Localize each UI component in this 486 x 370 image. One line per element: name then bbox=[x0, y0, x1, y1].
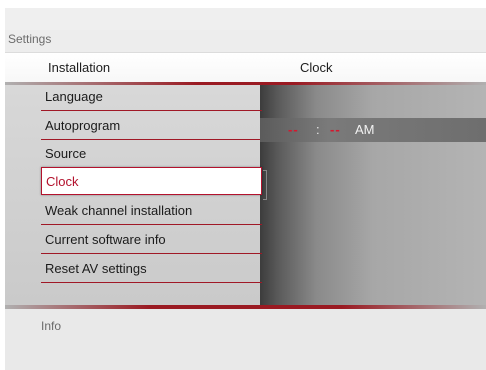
title-bar bbox=[5, 30, 486, 53]
page-title: Settings bbox=[8, 32, 52, 46]
menu-item-language[interactable]: Language bbox=[41, 83, 262, 111]
settings-screen: Settings Installation Clock Language Aut… bbox=[5, 8, 486, 370]
menu-item-reset-av-settings[interactable]: Reset AV settings bbox=[41, 255, 262, 283]
left-column-header: Installation bbox=[48, 60, 111, 75]
clock-ampm-field[interactable]: AM bbox=[355, 118, 375, 142]
right-column-header: Clock bbox=[300, 60, 333, 75]
column-header-row: Installation Clock bbox=[5, 53, 486, 84]
clock-hour-field[interactable]: -- bbox=[288, 118, 299, 142]
info-label: Info bbox=[41, 319, 62, 333]
clock-separator: : bbox=[316, 122, 320, 137]
menu-item-source[interactable]: Source bbox=[41, 140, 262, 168]
menu-item-clock[interactable]: Clock bbox=[41, 167, 262, 195]
focus-bracket bbox=[263, 170, 267, 200]
menu-item-weak-channel-installation[interactable]: Weak channel installation bbox=[41, 197, 262, 225]
clock-minute-field[interactable]: -- bbox=[330, 118, 341, 142]
info-area: Info bbox=[5, 309, 486, 370]
clock-time-field[interactable]: -- : -- AM bbox=[260, 118, 486, 142]
menu-item-current-software-info[interactable]: Current software info bbox=[41, 226, 262, 254]
menu-item-autoprogram[interactable]: Autoprogram bbox=[41, 112, 262, 140]
